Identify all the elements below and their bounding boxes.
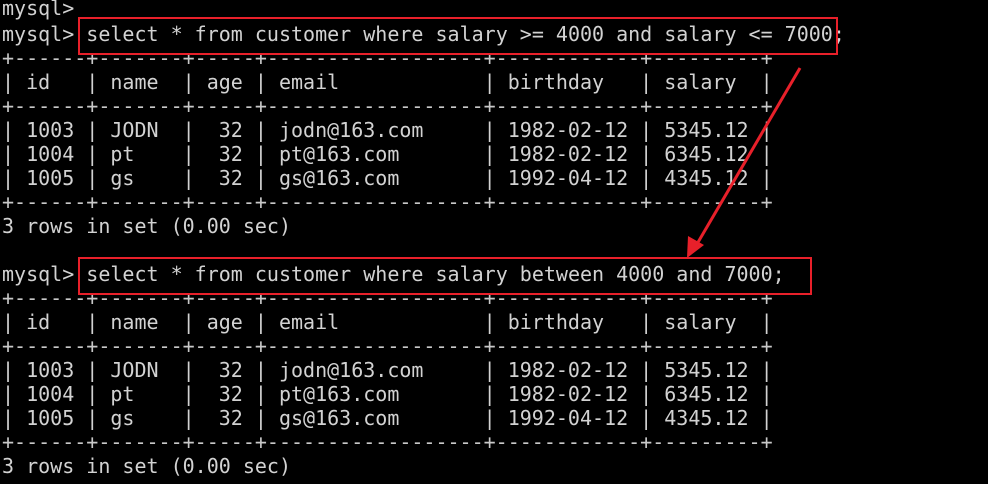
arrow-down-icon	[687, 67, 802, 258]
